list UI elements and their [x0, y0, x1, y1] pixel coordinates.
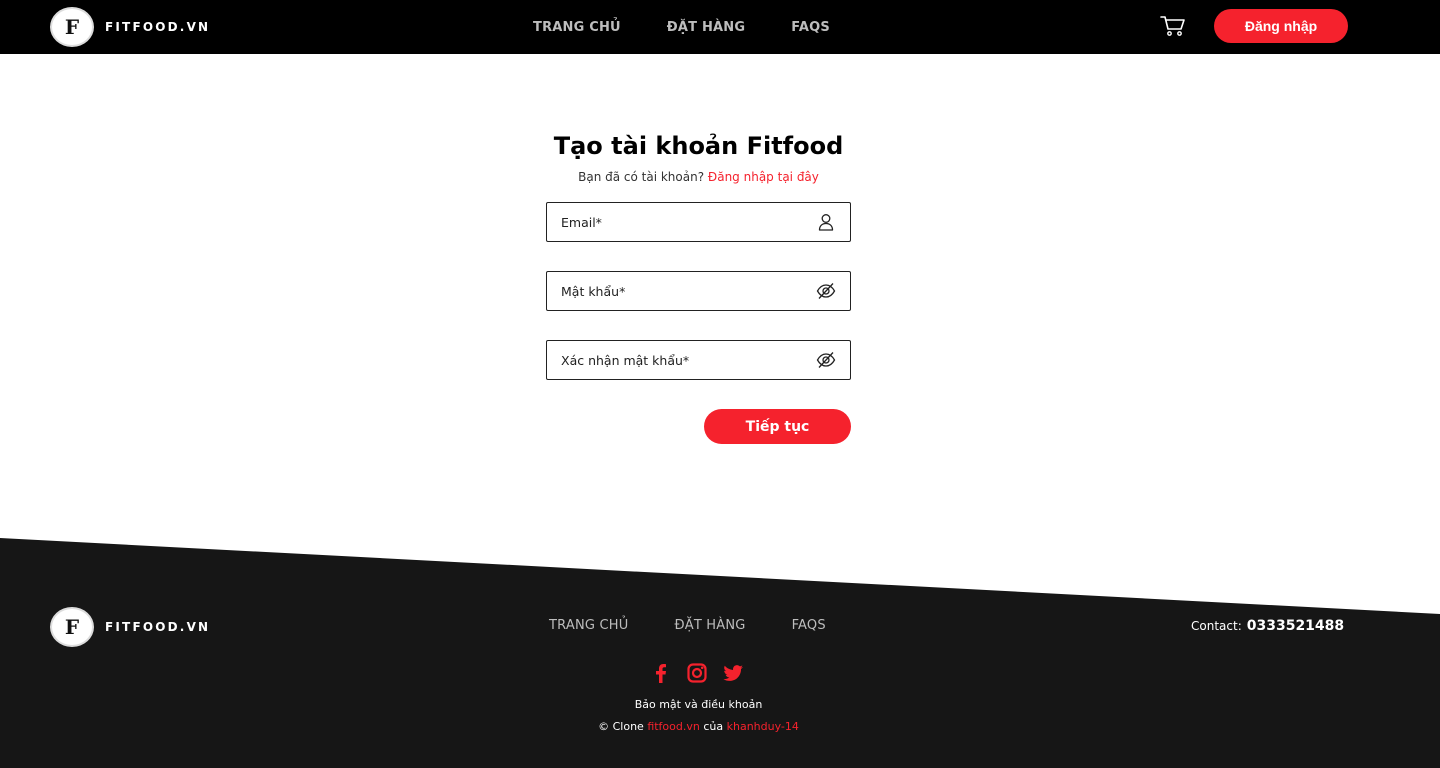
- continue-button[interactable]: Tiếp tục: [704, 409, 851, 444]
- site-footer: F FITFOOD.VN TRANG CHỦ ĐẶT HÀNG FAQS Con…: [0, 538, 1440, 768]
- login-here-link[interactable]: Đăng nhập tại đây: [708, 170, 819, 184]
- footer-nav-trang-chu[interactable]: TRANG CHỦ: [549, 618, 628, 633]
- footer-logo[interactable]: F FITFOOD.VN: [50, 607, 210, 647]
- nav-dat-hang[interactable]: ĐẶT HÀNG: [667, 20, 745, 35]
- site-header: F FITFOOD.VN TRANG CHỦ ĐẶT HÀNG FAQS Đăn…: [0, 0, 1440, 54]
- login-button[interactable]: Đăng nhập: [1214, 9, 1348, 43]
- privacy-terms-link[interactable]: Bảo mật và điều khoản: [0, 698, 1397, 711]
- footer-nav-faqs[interactable]: FAQS: [792, 618, 826, 633]
- instagram-icon[interactable]: [686, 662, 708, 684]
- header-nav: TRANG CHỦ ĐẶT HÀNG FAQS: [533, 0, 830, 54]
- user-icon: [818, 214, 834, 231]
- brand-name: FITFOOD.VN: [105, 20, 211, 34]
- social-links: [650, 662, 744, 684]
- login-prompt: Bạn đã có tài khoản? Đăng nhập tại đây: [578, 170, 819, 184]
- page-title: Tạo tài khoản Fitfood: [553, 132, 844, 160]
- cart-icon[interactable]: [1160, 15, 1186, 37]
- eye-off-icon[interactable]: [816, 281, 836, 301]
- email-field[interactable]: Email*: [546, 202, 851, 242]
- confirm-password-field[interactable]: Xác nhận mật khẩu*: [546, 340, 851, 380]
- footer-background: [0, 538, 1440, 768]
- nav-faqs[interactable]: FAQS: [791, 20, 830, 35]
- nav-trang-chu[interactable]: TRANG CHỦ: [533, 20, 621, 35]
- logo-icon: F: [50, 607, 94, 647]
- facebook-icon[interactable]: [650, 662, 672, 684]
- eye-off-icon[interactable]: [816, 350, 836, 370]
- header-logo[interactable]: F FITFOOD.VN: [50, 7, 210, 47]
- password-field[interactable]: Mật khẩu*: [546, 271, 851, 311]
- brand-name: FITFOOD.VN: [105, 620, 211, 634]
- contact-phone[interactable]: 0333521488: [1247, 618, 1344, 634]
- logo-icon: F: [50, 7, 94, 47]
- author-link[interactable]: khanhduy-14: [727, 720, 799, 733]
- copyright: © Clone fitfood.vn của khanhduy-14: [598, 720, 799, 733]
- twitter-icon[interactable]: [722, 662, 744, 684]
- footer-nav: TRANG CHỦ ĐẶT HÀNG FAQS: [549, 618, 826, 633]
- footer-nav-dat-hang[interactable]: ĐẶT HÀNG: [674, 618, 745, 633]
- contact-info: Contact: 0333521488: [1191, 618, 1345, 634]
- site-link[interactable]: fitfood.vn: [647, 720, 700, 733]
